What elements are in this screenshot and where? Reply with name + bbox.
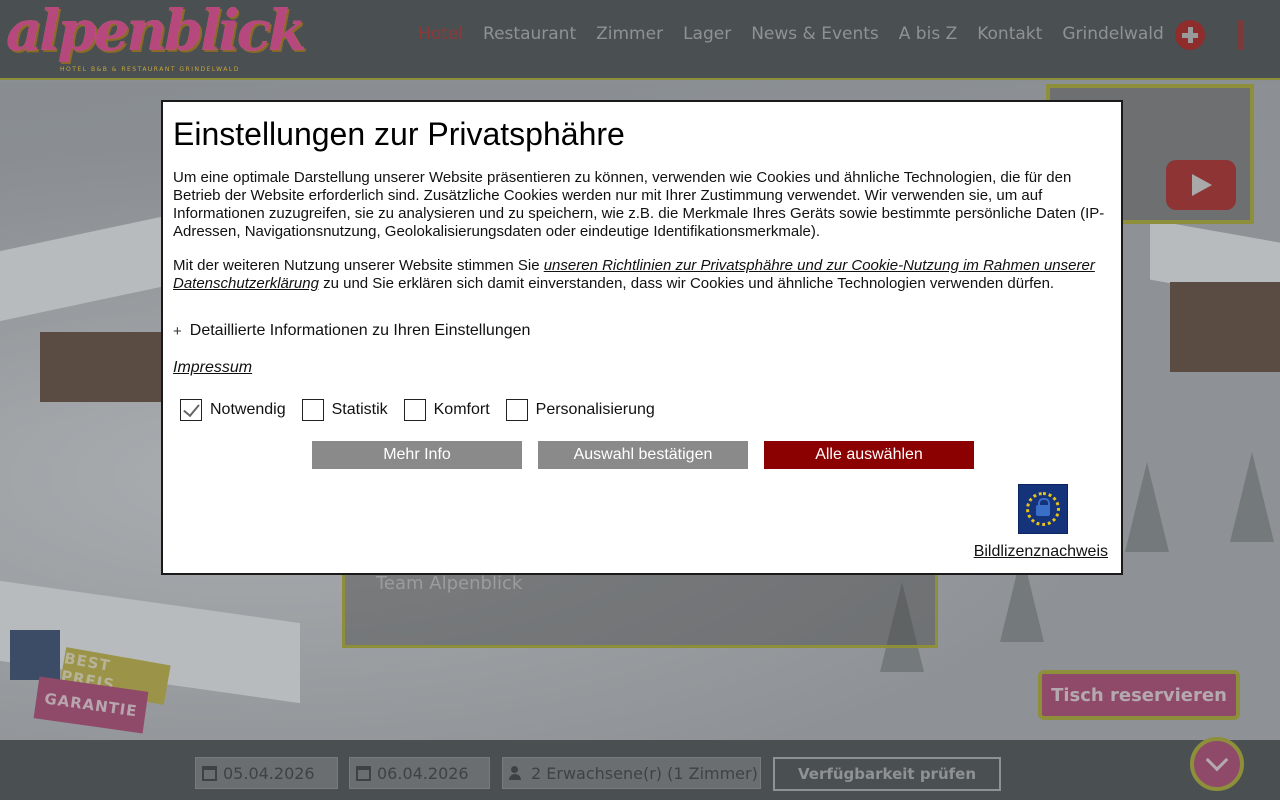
checkbox-checked-icon[interactable] [180, 399, 202, 421]
checkbox-komfort[interactable]: Komfort [403, 399, 490, 421]
checkbox-statistik[interactable]: Statistik [301, 399, 388, 421]
privacy-settings-icon[interactable] [10, 630, 60, 680]
impressum-link[interactable]: Impressum [173, 359, 252, 377]
lock-icon [1036, 498, 1050, 516]
play-icon[interactable] [1166, 160, 1236, 210]
privacy-settings-dialog: Einstellungen zur Privatsphähre Um eine … [161, 100, 1123, 575]
nav-item-a-bis-z[interactable]: A bis Z [899, 24, 957, 44]
checkbox-personalisierung[interactable]: Personalisierung [505, 399, 655, 421]
guests-value: 2 Erwachsene(r) (1 Zimmer) [531, 763, 758, 783]
nav-item-news-events[interactable]: News & Events [751, 24, 879, 44]
scroll-down-button[interactable] [1190, 737, 1244, 791]
alpenblick-logo[interactable]: alpenblick HOTEL B&B & RESTAURANT GRINDE… [6, 0, 307, 76]
dialog-consent-text: Mit der weiteren Nutzung unserer Website… [173, 257, 1113, 293]
tree [1230, 452, 1274, 542]
departure-date-field[interactable]: 06.04.2026 [349, 757, 490, 789]
arrival-date-field[interactable]: 05.04.2026 [195, 757, 338, 789]
site-header: alpenblick HOTEL B&B & RESTAURANT GRINDE… [0, 0, 1280, 80]
eu-privacy-lock-icon [1018, 484, 1068, 534]
plus-icon: + [173, 322, 182, 340]
nav-item-hotel[interactable]: Hotel [418, 24, 463, 44]
image-license-link[interactable]: Bildlizenznachweis [974, 543, 1108, 561]
guests-selector[interactable]: 2 Erwachsene(r) (1 Zimmer) [502, 757, 761, 789]
swiss-flag-icon[interactable] [1175, 20, 1205, 50]
nav-item-grindelwald[interactable]: Grindelwald [1062, 24, 1163, 44]
details-toggle[interactable]: + Detaillierte Informationen zu Ihren Ei… [173, 322, 530, 340]
calendar-icon [356, 765, 371, 781]
user-plus-icon [509, 766, 525, 780]
german-flag-icon[interactable] [1226, 20, 1254, 50]
details-toggle-label: Detaillierte Informationen zu Ihren Eins… [189, 322, 531, 339]
chevron-down-icon [1205, 748, 1229, 772]
check-availability-button[interactable]: Verfügbarkeit prüfen [773, 757, 1001, 791]
confirm-selection-button[interactable]: Auswahl bestätigen [538, 441, 748, 469]
reserve-table-button[interactable]: Tisch reservieren [1038, 670, 1240, 720]
logo-subtitle: HOTEL B&B & RESTAURANT GRINDELWALD [60, 66, 240, 73]
checkbox-label: Personalisierung [535, 401, 655, 418]
chalet-roof [0, 212, 180, 322]
greeting-signature: Team Alpenblick [376, 573, 523, 594]
arrival-date-value: 05.04.2026 [223, 763, 315, 783]
main-navigation: Hotel Restaurant Zimmer Lager News & Eve… [418, 24, 1164, 44]
checkbox-empty-icon[interactable] [403, 399, 426, 421]
departure-date-value: 06.04.2026 [377, 763, 469, 783]
checkbox-empty-icon[interactable] [301, 399, 324, 421]
cookie-category-checkboxes: Notwendig Statistik Komfort Personalisie… [180, 399, 655, 421]
booking-bar: 05.04.2026 06.04.2026 2 Erwachsene(r) (1… [0, 740, 1280, 800]
checkbox-label: Statistik [331, 401, 388, 418]
checkbox-notwendig[interactable]: Notwendig [180, 399, 286, 421]
nav-item-restaurant[interactable]: Restaurant [483, 24, 576, 44]
checkbox-label: Komfort [433, 401, 490, 418]
dialog-title: Einstellungen zur Privatsphähre [173, 116, 625, 152]
nav-item-zimmer[interactable]: Zimmer [596, 24, 663, 44]
checkbox-label: Notwendig [210, 401, 286, 418]
nav-item-lager[interactable]: Lager [683, 24, 731, 44]
calendar-icon [202, 765, 217, 781]
dialog-intro-text: Um eine optimale Darstellung unserer Web… [173, 169, 1105, 240]
nav-item-kontakt[interactable]: Kontakt [977, 24, 1042, 44]
select-all-button[interactable]: Alle auswählen [764, 441, 974, 469]
more-info-button[interactable]: Mehr Info [312, 441, 522, 469]
checkbox-empty-icon[interactable] [505, 399, 528, 421]
consent-text-end: zu und Sie erklären sich damit einversta… [318, 275, 1055, 292]
chalet [1170, 282, 1280, 372]
consent-text-start: Mit der weiteren Nutzung unserer Website… [173, 257, 544, 274]
logo-text: alpenblick [6, 0, 307, 64]
tree [1125, 462, 1169, 552]
